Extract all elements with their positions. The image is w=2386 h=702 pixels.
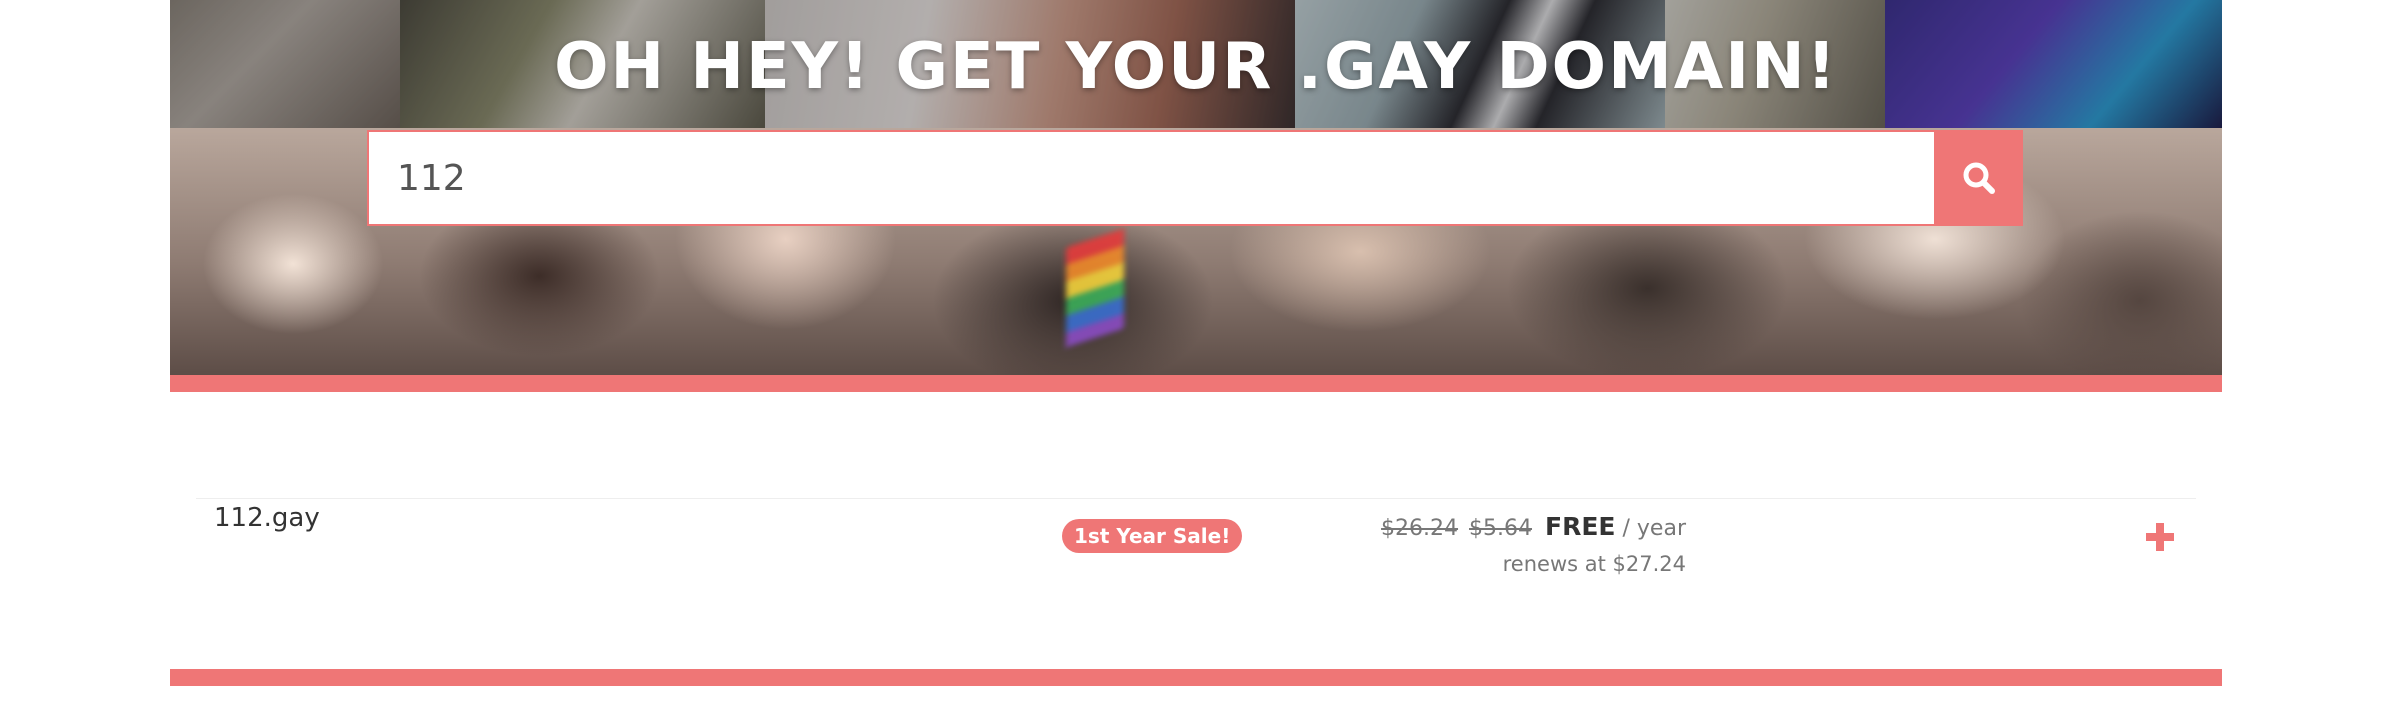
- price-block: $26.24 $5.64 FREE / year renews at $27.2…: [1381, 509, 1686, 581]
- rainbow-flag-image: [1066, 228, 1124, 348]
- original-price: $26.24: [1381, 516, 1459, 541]
- hero-banner: OH HEY! GET YOUR .GAY DOMAIN!: [170, 0, 2222, 375]
- sale-badge: 1st Year Sale!: [1062, 519, 1243, 553]
- price-line: $26.24 $5.64 FREE / year: [1381, 509, 1686, 547]
- domain-search-page: OH HEY! GET YOUR .GAY DOMAIN! 112.gay 1s…: [0, 0, 2386, 702]
- search-button[interactable]: [1934, 130, 2023, 226]
- renewal-price: renews at $27.24: [1502, 552, 1686, 576]
- add-to-cart-button[interactable]: [2140, 517, 2180, 557]
- current-price: FREE: [1545, 512, 1616, 541]
- result-row: 112.gay 1st Year Sale! $26.24 $5.64 FREE…: [196, 498, 2196, 619]
- domain-search-input[interactable]: [367, 130, 1934, 226]
- search-icon: [1963, 162, 1995, 194]
- footer-accent-bar: [170, 669, 2222, 686]
- hero-title: OH HEY! GET YOUR .GAY DOMAIN!: [554, 30, 1838, 104]
- plus-icon: [2146, 523, 2174, 551]
- result-domain-name: 112.gay: [214, 503, 320, 533]
- sale-price: $5.64: [1469, 516, 1533, 541]
- accent-divider: [170, 375, 2222, 392]
- domain-search-bar: [367, 130, 2023, 226]
- search-results: 112.gay 1st Year Sale! $26.24 $5.64 FREE…: [196, 498, 2196, 619]
- price-period: / year: [1622, 516, 1687, 541]
